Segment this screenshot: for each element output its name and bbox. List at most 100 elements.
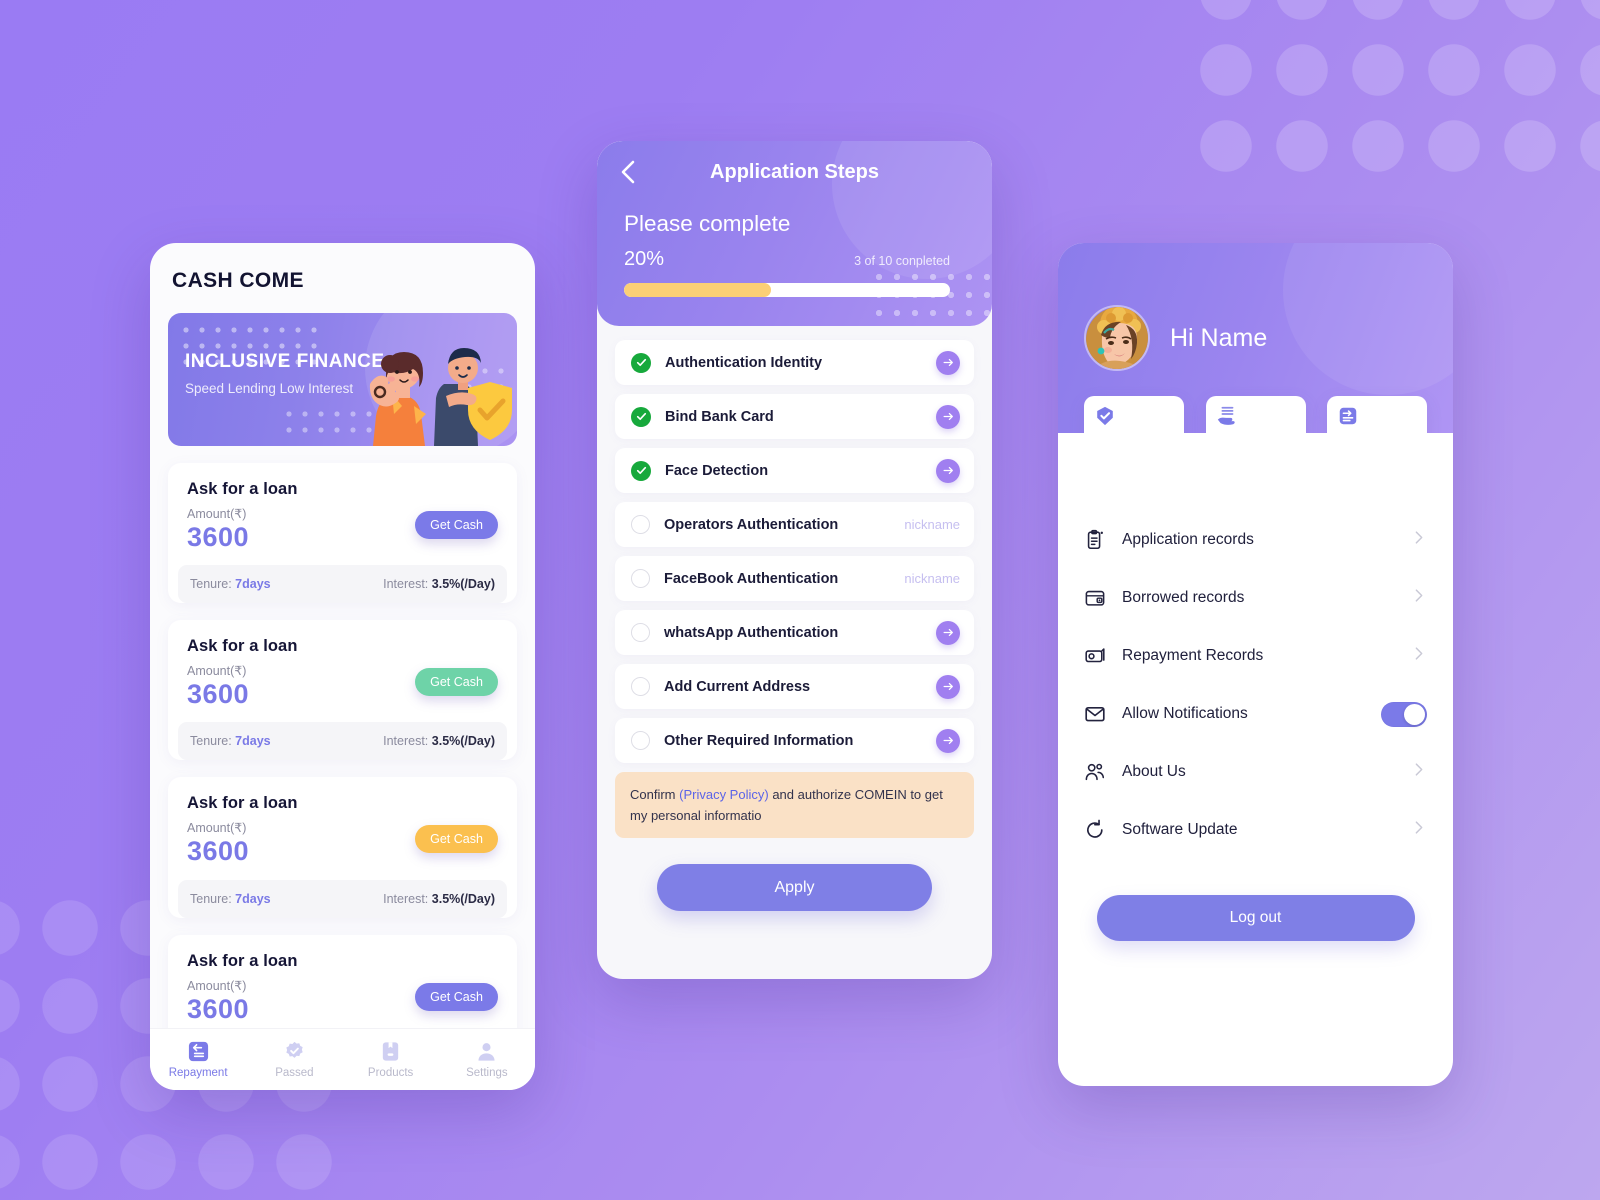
user-avatar[interactable] xyxy=(1084,305,1150,371)
back-button[interactable] xyxy=(613,157,643,187)
stat-card[interactable]: 0Need To Repay xyxy=(1327,396,1427,433)
bottom-navigation: Repayment Passed Products Settings xyxy=(150,1028,535,1090)
nav-item-label: Products xyxy=(367,1067,414,1079)
step-label: Face Detection xyxy=(665,462,769,479)
step-label: Operators Authentication xyxy=(664,516,839,533)
page-title: Application Steps xyxy=(710,160,879,183)
check-circle-icon xyxy=(631,460,651,481)
bookmark-icon xyxy=(382,1042,399,1061)
consent-notice: Confirm (Privacy Policy) and authorize C… xyxy=(615,772,974,839)
tenure-text: Tenure: 7days xyxy=(190,734,271,749)
tenure-text: Tenure: 7days xyxy=(190,577,271,592)
interest-text: Interest: 3.5%(/Day) xyxy=(383,577,495,592)
radio-circle-icon[interactable] xyxy=(631,731,650,750)
arrow-right-icon xyxy=(943,466,953,475)
clipboard-icon xyxy=(1087,529,1103,550)
step-row[interactable]: Add Current Address xyxy=(615,664,974,709)
mockup-stage: CASH COME INCLUSIVE FINANCE Speed Lendin… xyxy=(0,0,1600,1200)
step-label: Add Current Address xyxy=(664,678,811,695)
nav-item-label: Passed xyxy=(275,1067,314,1079)
radio-circle-icon[interactable] xyxy=(631,623,650,642)
menu-item-application-records[interactable]: Application records xyxy=(1058,511,1453,569)
verified-badge-icon xyxy=(286,1041,303,1058)
step-label: Authentication Identity xyxy=(665,354,823,371)
menu-item-about-us[interactable]: About Us xyxy=(1058,743,1453,801)
menu-item-allow-notifications[interactable]: Allow Notifications xyxy=(1058,685,1453,743)
app-title: CASH COME xyxy=(172,269,304,292)
toggle-knob xyxy=(1404,703,1425,725)
chevron-right-icon xyxy=(1410,819,1427,841)
repayment-icon xyxy=(188,1041,208,1062)
step-go-button[interactable] xyxy=(936,728,960,753)
progress-bar-track xyxy=(624,283,950,297)
get-cash-button[interactable]: Get Cash xyxy=(415,668,498,697)
loan-card-title: Ask for a loan xyxy=(187,794,298,813)
stat-card[interactable]: 1Borrowed xyxy=(1205,396,1306,433)
step-go-button[interactable] xyxy=(936,404,960,429)
menu-item-label: Borrowed records xyxy=(1122,589,1245,606)
two-people-with-shield-illustration xyxy=(369,348,512,446)
radio-circle-icon[interactable] xyxy=(631,515,650,534)
profile-menu-list: Application records Borrowed records Repay… xyxy=(1058,433,1453,859)
step-row[interactable]: whatsApp Authentication xyxy=(615,610,974,655)
stats-card-row: 3Passed 1Borrowed 0Need To Repay xyxy=(1084,396,1427,433)
step-label: Bind Bank Card xyxy=(665,408,774,425)
envelope-icon xyxy=(1085,706,1105,722)
step-nickname-placeholder: nickname xyxy=(904,571,960,586)
loan-card[interactable]: Ask for a loanAmount(₹)3600Get CashTenur… xyxy=(168,463,517,604)
progress-count-text: 3 of 10 conpleted xyxy=(854,254,950,268)
menu-item-label: Repayment Records xyxy=(1122,647,1264,664)
logout-button[interactable]: Log out xyxy=(1096,895,1415,941)
loan-card[interactable]: Ask for a loanAmount(₹)3600Get CashTenur… xyxy=(168,777,517,918)
privacy-policy-link[interactable]: (Privacy Policy) xyxy=(679,787,769,802)
step-row[interactable]: FaceBook Authentication nickname xyxy=(615,556,974,601)
hand-money-icon xyxy=(1216,405,1238,432)
receipt-icon xyxy=(1085,648,1105,663)
step-row[interactable]: Other Required Information xyxy=(615,718,974,763)
people-icon xyxy=(1085,763,1105,781)
menu-item-software-update[interactable]: Software Update xyxy=(1058,801,1453,859)
step-row[interactable]: Bind Bank Card xyxy=(615,394,974,439)
chevron-right-icon xyxy=(1410,761,1427,783)
step-go-button[interactable] xyxy=(936,674,960,699)
wallet-icon xyxy=(1085,590,1105,606)
step-row[interactable]: Operators Authentication nickname xyxy=(615,502,974,547)
step-row[interactable]: Face Detection xyxy=(615,448,974,493)
nav-item-products[interactable]: Products xyxy=(343,1029,439,1090)
step-nickname-placeholder: nickname xyxy=(904,517,960,532)
step-go-button[interactable] xyxy=(936,620,960,645)
loan-terms-row: Tenure: 7days Interest: 3.5%(/Day) xyxy=(178,879,507,918)
menu-item-repayment-records[interactable]: Repayment Records xyxy=(1058,627,1453,685)
menu-item-label: Application records xyxy=(1122,531,1254,548)
consent-prefix: Confirm xyxy=(630,787,680,802)
step-go-button[interactable] xyxy=(936,458,960,483)
get-cash-button[interactable]: Get Cash xyxy=(415,511,498,539)
chevron-right-icon xyxy=(1410,587,1427,609)
stat-card[interactable]: 3Passed xyxy=(1084,396,1184,433)
step-row[interactable]: Authentication Identity xyxy=(615,340,974,385)
nav-item-settings[interactable]: Settings xyxy=(439,1029,535,1090)
interest-text: Interest: 3.5%(/Day) xyxy=(383,734,495,749)
radio-circle-icon[interactable] xyxy=(631,569,650,588)
steps-subtitle: Please complete xyxy=(624,211,791,236)
refresh-icon xyxy=(1087,819,1103,838)
notifications-toggle[interactable] xyxy=(1381,701,1427,727)
loan-card-title: Ask for a loan xyxy=(187,637,298,656)
apply-button[interactable]: Apply xyxy=(657,864,932,912)
promo-banner[interactable]: INCLUSIVE FINANCE Speed Lending Low Inte… xyxy=(168,313,517,446)
loan-terms-row: Tenure: 7days Interest: 3.5%(/Day) xyxy=(178,565,507,604)
check-circle-icon xyxy=(631,406,651,427)
nav-item-passed[interactable]: Passed xyxy=(246,1029,342,1090)
loan-card[interactable]: Ask for a loanAmount(₹)3600Get CashTenur… xyxy=(168,620,517,761)
nav-item-repayment[interactable]: Repayment xyxy=(150,1029,246,1090)
menu-item-label: Allow Notifications xyxy=(1122,705,1248,722)
menu-item-borrowed-records[interactable]: Borrowed records xyxy=(1058,569,1453,627)
step-go-button[interactable] xyxy=(936,350,960,375)
radio-circle-icon[interactable] xyxy=(631,677,650,696)
arrow-right-icon xyxy=(943,628,953,637)
get-cash-button[interactable]: Get Cash xyxy=(415,825,498,854)
get-cash-button[interactable]: Get Cash xyxy=(415,982,498,1011)
avatar-portrait-icon xyxy=(1086,307,1148,369)
shield-check-icon xyxy=(1097,406,1113,426)
step-label: FaceBook Authentication xyxy=(664,570,839,587)
